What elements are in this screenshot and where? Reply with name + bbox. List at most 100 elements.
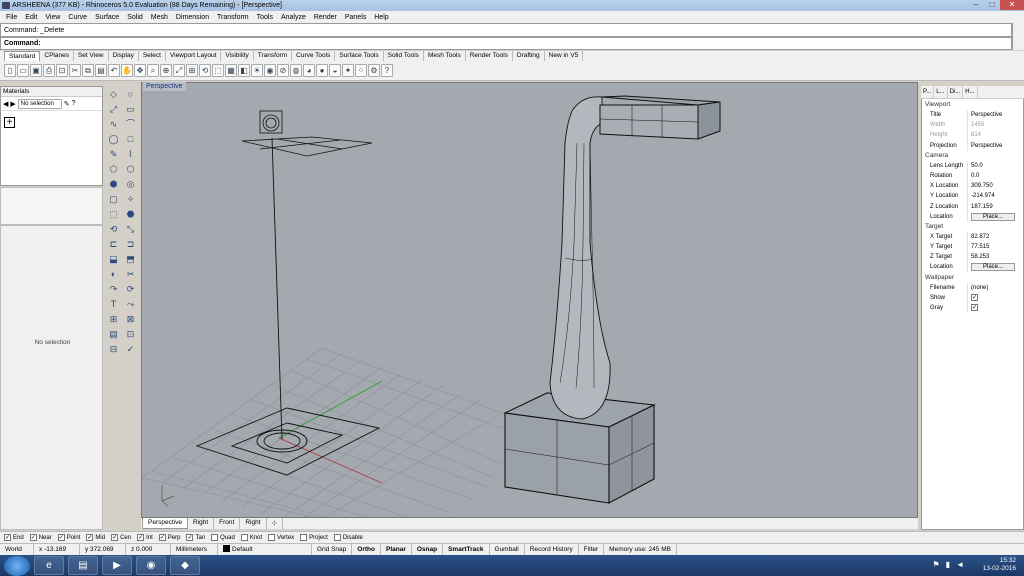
tab-visibility[interactable]: Visibility xyxy=(221,51,254,61)
osnap-mid-checkbox[interactable]: ✓ xyxy=(86,534,94,541)
tool-icon[interactable]: ⤢ xyxy=(106,102,121,117)
osnap-vertex[interactable]: Vertex xyxy=(268,534,294,541)
osnap-end-checkbox[interactable]: ✓ xyxy=(4,534,11,541)
open-icon[interactable]: ▭ xyxy=(17,64,29,77)
osnap-tan-checkbox[interactable]: ✓ xyxy=(186,534,194,541)
zoom-selected-icon[interactable]: ⊞ xyxy=(186,64,198,77)
tool-icon[interactable]: ⊠ xyxy=(123,312,138,327)
tool-icon[interactable]: ⌒ xyxy=(123,117,138,132)
lightbulb-icon[interactable]: ☀ xyxy=(251,64,263,77)
tool-icon[interactable]: ↷ xyxy=(106,282,121,297)
y-target-field[interactable]: 77.515 xyxy=(967,242,1023,253)
tool-icon[interactable]: ✧ xyxy=(123,192,138,207)
menu-solid[interactable]: Solid xyxy=(123,14,147,21)
pan-icon[interactable]: ✋ xyxy=(121,64,133,77)
osnap-tan[interactable]: ✓ Tan xyxy=(186,534,205,541)
tool-icon[interactable]: ✓ xyxy=(123,342,138,357)
cplane-indicator[interactable]: World xyxy=(0,544,34,555)
menu-mesh[interactable]: Mesh xyxy=(147,14,172,21)
volume-icon[interactable]: ◄ xyxy=(956,560,964,569)
osnap-project[interactable]: Project xyxy=(300,534,328,541)
grid-icon[interactable]: ▦ xyxy=(225,64,237,77)
osnap-point-checkbox[interactable]: ✓ xyxy=(57,534,65,541)
tab-perspective[interactable]: Perspective xyxy=(142,518,188,529)
tool-icon[interactable]: ⬒ xyxy=(123,252,138,267)
tool-icon[interactable]: ⊏ xyxy=(106,237,121,252)
tab-standard[interactable]: Standard xyxy=(4,51,41,61)
tool-icon[interactable]: □ xyxy=(123,132,138,147)
z-target-field[interactable]: 58.253 xyxy=(967,252,1023,263)
tool-icon[interactable]: ✎ xyxy=(106,147,121,162)
camera-place-button[interactable]: Place... xyxy=(971,212,1015,221)
tab-display[interactable]: Di... xyxy=(948,86,964,98)
menu-render[interactable]: Render xyxy=(310,14,341,21)
menu-file[interactable]: File xyxy=(2,14,21,21)
gray-checkbox[interactable]: ✓ xyxy=(971,304,978,311)
help-icon[interactable]: ? xyxy=(72,100,76,107)
undo-view-icon[interactable]: ⟲ xyxy=(199,64,211,77)
copy-icon[interactable]: ⧉ xyxy=(82,64,94,77)
tool-icon[interactable]: ⬡ xyxy=(123,162,138,177)
record-history-toggle[interactable]: Record History xyxy=(525,544,579,555)
tool-icon[interactable]: ⬣ xyxy=(123,207,138,222)
show-checkbox[interactable]: ✓ xyxy=(971,293,978,301)
zoom-window-icon[interactable]: ⊕ xyxy=(160,64,172,77)
add-viewport-icon[interactable]: ⊹ xyxy=(267,518,283,529)
perspective-viewport[interactable] xyxy=(141,82,918,518)
tab-layers[interactable]: L... xyxy=(934,86,948,98)
command-prompt[interactable]: Command: xyxy=(0,37,1012,50)
tab-new-in-v5[interactable]: New in V5 xyxy=(545,51,584,61)
osnap-perp[interactable]: ✓ Perp xyxy=(158,534,180,541)
command-scrollbar[interactable] xyxy=(1012,23,1024,50)
osnap-disable-checkbox[interactable] xyxy=(333,534,341,541)
tool-icon[interactable]: ✂ xyxy=(123,267,138,282)
osnap-quad-checkbox[interactable] xyxy=(211,534,219,541)
color-icon[interactable]: ◍ xyxy=(290,64,302,77)
menu-curve[interactable]: Curve xyxy=(64,14,91,21)
title-field[interactable]: Perspective xyxy=(967,110,1023,121)
lock-icon[interactable]: ⊘ xyxy=(277,64,289,77)
filename-field[interactable]: (none) xyxy=(967,282,1023,293)
osnap-knot[interactable]: Knot xyxy=(240,534,262,541)
close-button[interactable]: ✕ xyxy=(1000,0,1024,10)
select-icon[interactable]: ⬚ xyxy=(212,64,224,77)
tab-viewport-layout[interactable]: Viewport Layout xyxy=(166,51,222,61)
tab-right[interactable]: Right xyxy=(188,518,215,529)
clock[interactable]: 15:32 13-02-2016 xyxy=(983,557,1016,573)
tool-icon[interactable]: ⬢ xyxy=(106,177,121,192)
menu-edit[interactable]: Edit xyxy=(21,14,41,21)
osnap-disable[interactable]: Disable xyxy=(333,534,363,541)
menu-view[interactable]: View xyxy=(41,14,64,21)
tab-display[interactable]: Display xyxy=(109,51,139,61)
menu-surface[interactable]: Surface xyxy=(91,14,123,21)
tab-right-2[interactable]: Right xyxy=(240,518,267,529)
render-icon[interactable]: ● xyxy=(316,64,328,77)
osnap-end[interactable]: ✓ End xyxy=(4,534,24,541)
z-location-field[interactable]: 187.159 xyxy=(967,201,1023,212)
tab-front[interactable]: Front xyxy=(214,518,241,529)
menu-tools[interactable]: Tools xyxy=(253,14,277,21)
osnap-cen-checkbox[interactable]: ✓ xyxy=(111,534,119,541)
flag-icon[interactable]: ⚑ xyxy=(933,560,940,569)
osnap-quad[interactable]: Quad xyxy=(211,534,235,541)
tab-solid-tools[interactable]: Solid Tools xyxy=(384,51,424,61)
tool-icon[interactable]: ⊟ xyxy=(106,342,121,357)
tool-icon[interactable]: ◐ xyxy=(106,267,121,282)
menu-transform[interactable]: Transform xyxy=(213,14,253,21)
light-icon[interactable]: ✦ xyxy=(342,64,354,77)
tab-drafting[interactable]: Drafting xyxy=(513,51,545,61)
tool-icon[interactable]: ⬓ xyxy=(106,252,121,267)
ie-icon[interactable]: e xyxy=(34,556,64,575)
tool-icon[interactable]: ⤡ xyxy=(123,222,138,237)
layer-icon[interactable]: ◧ xyxy=(238,64,250,77)
gumball-toggle[interactable]: Gumball xyxy=(490,544,525,555)
projection-dropdown[interactable]: Perspective xyxy=(967,140,1023,151)
osnap-cen[interactable]: ✓ Cen xyxy=(111,534,131,541)
tab-mesh-tools[interactable]: Mesh Tools xyxy=(424,51,466,61)
tab-select[interactable]: Select xyxy=(139,51,166,61)
ortho-toggle[interactable]: Ortho xyxy=(352,544,381,555)
osnap-knot-checkbox[interactable] xyxy=(240,534,248,541)
chrome-icon[interactable]: ◉ xyxy=(136,556,166,575)
tab-cplanes[interactable]: CPlanes xyxy=(40,51,74,61)
grid-snap-toggle[interactable]: Grid Snap xyxy=(312,544,353,555)
